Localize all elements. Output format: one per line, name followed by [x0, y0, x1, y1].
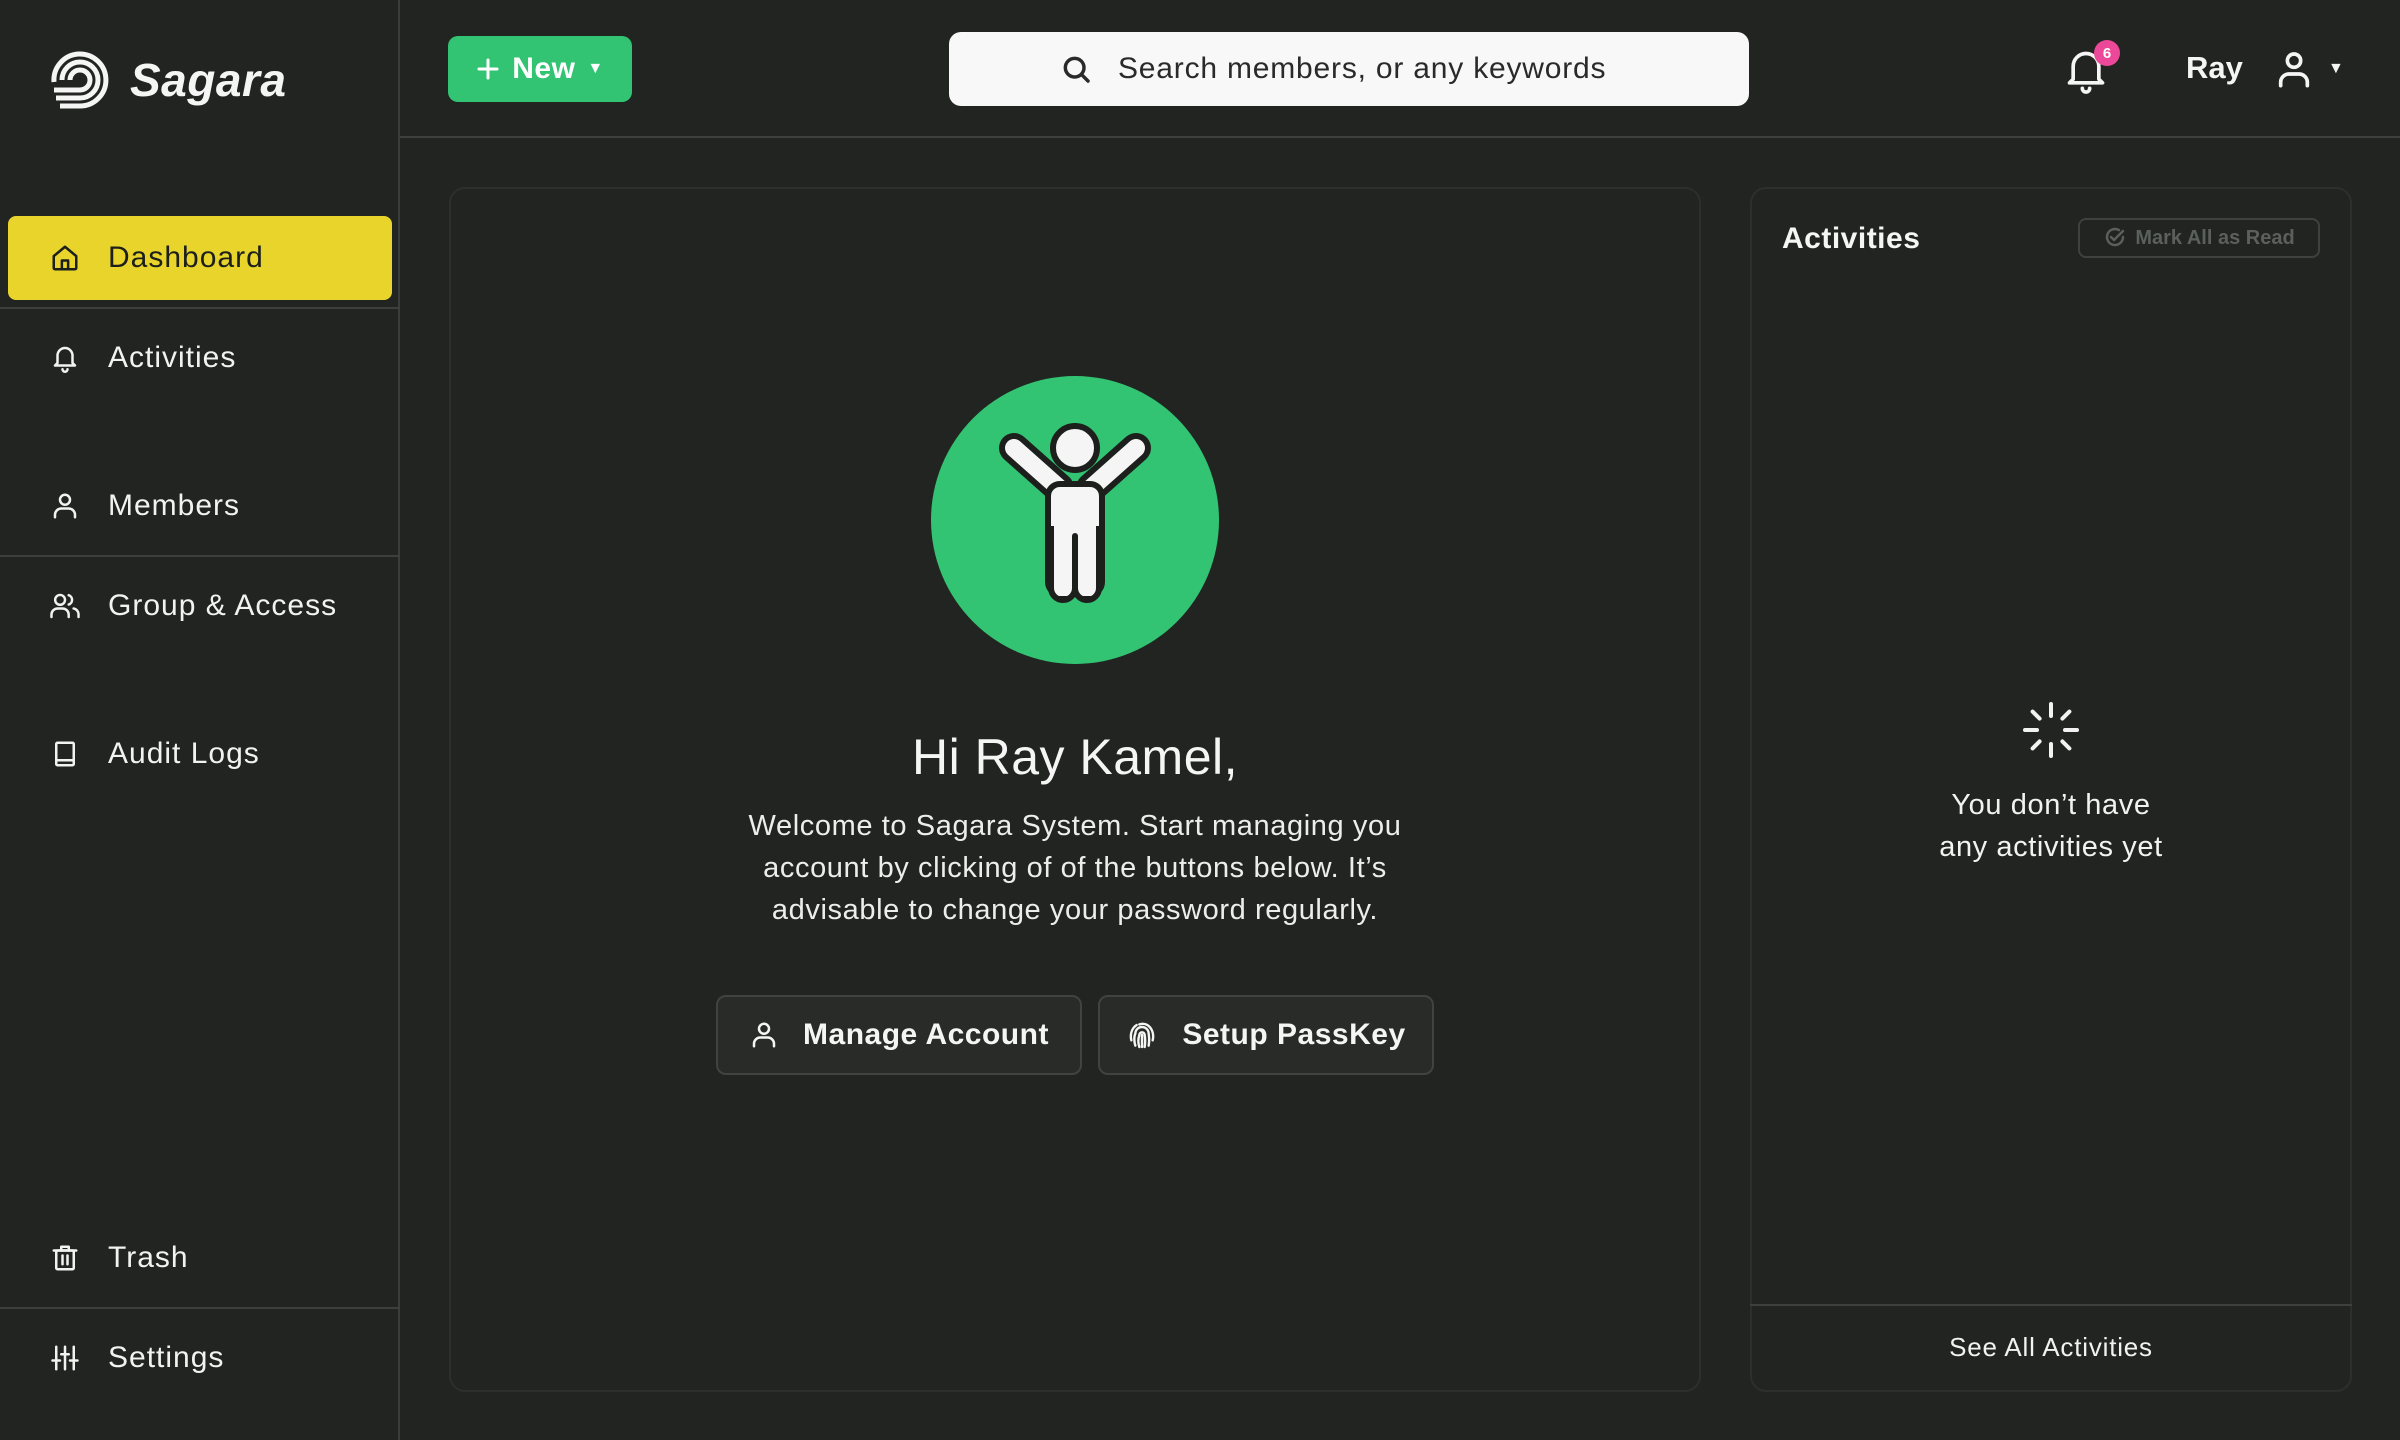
activities-empty-state: You don’t have any activities yet: [1750, 784, 2352, 868]
empty-state-line: any activities yet: [1939, 831, 2163, 863]
sidebar-item-label: Audit Logs: [108, 737, 260, 770]
home-icon: [48, 241, 82, 275]
mark-all-read-button[interactable]: Mark All as Read: [2078, 218, 2320, 258]
manage-account-label: Manage Account: [803, 1018, 1049, 1051]
new-button-label: New: [512, 52, 576, 85]
sidebar-item-label: Group & Access: [108, 589, 338, 622]
setup-passkey-button[interactable]: Setup PassKey: [1098, 995, 1434, 1075]
greeting-heading: Hi Ray Kamel,: [911, 729, 1239, 785]
activities-title: Activities: [1782, 222, 1921, 255]
sidebar-item-label: Members: [108, 489, 241, 522]
sidebar-item-settings[interactable]: Settings: [8, 1316, 392, 1400]
sidebar-item-label: Dashboard: [108, 241, 264, 274]
user-avatar-icon[interactable]: [2274, 48, 2314, 90]
sidebar-item-group-access[interactable]: Group & Access: [8, 564, 392, 648]
welcome-card: [449, 187, 1701, 1392]
welcome-illustration: [931, 376, 1219, 664]
sidebar-divider: [0, 1307, 400, 1309]
user-name[interactable]: Ray: [2186, 50, 2243, 86]
welcome-message: Welcome to Sagara System. Start managing…: [748, 810, 1402, 926]
sidebar-item-label: Settings: [108, 1341, 225, 1374]
activities-footer-divider: [1750, 1304, 2352, 1306]
caret-down-icon: ▼: [587, 60, 604, 77]
notification-badge: 6: [2094, 40, 2120, 66]
search-bar[interactable]: [949, 32, 1749, 106]
setup-passkey-label: Setup PassKey: [1182, 1018, 1406, 1051]
sidebar-item-label: Trash: [108, 1241, 189, 1274]
sidebar-item-dashboard[interactable]: Dashboard: [8, 216, 392, 300]
fingerprint-icon: [1126, 1019, 1158, 1051]
search-icon: [1060, 53, 1092, 85]
sidebar-item-members[interactable]: Members: [8, 464, 392, 548]
trash-icon: [48, 1241, 82, 1275]
person-arms-raised-icon: [931, 376, 1219, 664]
loader-icon: [2021, 700, 2081, 760]
sidebar-divider: [0, 555, 400, 557]
user-icon: [749, 1020, 779, 1050]
new-button[interactable]: New ▼: [448, 36, 632, 102]
see-all-activities-link[interactable]: See All Activities: [1750, 1332, 2352, 1363]
empty-state-line: You don’t have: [1951, 789, 2151, 821]
user-icon: [48, 489, 82, 523]
sliders-icon: [48, 1341, 82, 1375]
sidebar-item-activities[interactable]: Activities: [8, 316, 392, 400]
sidebar: Sagara Dashboard Activities Members Grou…: [0, 0, 400, 1440]
sidebar-item-label: Activities: [108, 341, 237, 374]
search-input[interactable]: [1118, 52, 1638, 86]
manage-account-button[interactable]: Manage Account: [716, 995, 1082, 1075]
logo[interactable]: Sagara: [48, 48, 286, 112]
users-icon: [48, 589, 82, 623]
sidebar-item-trash[interactable]: Trash: [8, 1216, 392, 1300]
mark-all-read-label: Mark All as Read: [2135, 226, 2295, 249]
plus-icon: [476, 57, 500, 81]
bell-icon: [48, 341, 82, 375]
user-menu-caret-icon[interactable]: ▼: [2328, 60, 2344, 78]
sidebar-item-audit-logs[interactable]: Audit Logs: [8, 712, 392, 796]
book-icon: [48, 737, 82, 771]
sidebar-divider: [0, 307, 400, 309]
sagara-logo-icon: [48, 48, 112, 112]
app-name: Sagara: [130, 54, 287, 106]
check-circle-icon: [2103, 226, 2127, 250]
header-divider: [400, 136, 2400, 138]
